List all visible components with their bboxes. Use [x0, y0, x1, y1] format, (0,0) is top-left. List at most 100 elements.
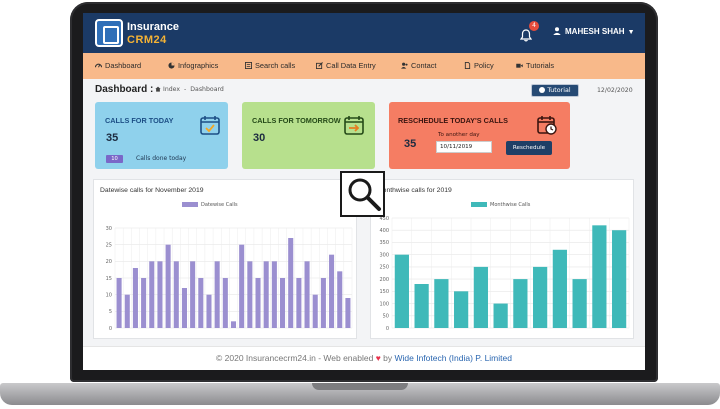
bar-May[interactable] — [473, 266, 488, 328]
y-tick-label: 50 — [383, 314, 389, 320]
bar-Sep[interactable] — [552, 249, 567, 328]
nav-infographics[interactable]: Infographics — [168, 53, 218, 79]
bar-13[interactable] — [214, 261, 220, 328]
bar-28[interactable] — [337, 271, 343, 328]
bar-29[interactable] — [345, 298, 351, 328]
bar-Nov[interactable] — [592, 225, 607, 328]
bar-2[interactable] — [124, 294, 130, 328]
bar-14[interactable] — [222, 278, 228, 328]
bar-Jan[interactable] — [394, 254, 409, 328]
reschedule-date-input[interactable] — [436, 141, 492, 153]
bar-8[interactable] — [173, 261, 179, 328]
calendar-clock-icon — [536, 114, 558, 136]
user-menu[interactable]: MAHESH SHAH ▼ — [553, 27, 635, 36]
video-icon — [516, 54, 523, 68]
bar-18[interactable] — [255, 278, 261, 328]
bar-Oct[interactable] — [572, 279, 587, 328]
chart-monthwise-svg: 050100150200250300350400450 — [379, 216, 630, 332]
y-tick-label: 0 — [109, 326, 112, 332]
bar-24[interactable] — [304, 261, 310, 328]
y-tick-label: 150 — [379, 289, 389, 295]
bar-16[interactable] — [239, 244, 245, 328]
chart-datewise-svg: 0 5 10 15 20 25 30 — [106, 226, 353, 332]
nav-tutorials[interactable]: Tutorials — [516, 53, 554, 79]
bar-Apr[interactable] — [454, 291, 469, 328]
logo-text-crm24: CRM24 — [127, 34, 167, 46]
bar-Aug[interactable] — [533, 266, 548, 328]
bar-27[interactable] — [329, 254, 335, 328]
y-tick-label: 25 — [106, 242, 112, 248]
card-calls-tomorrow-title: CALLS FOR TOMORROW — [252, 116, 341, 125]
search-icon — [245, 54, 252, 69]
card-calls-tomorrow-count: 30 — [253, 132, 266, 144]
magnifier-zoom-button[interactable] — [340, 171, 385, 217]
card-calls-tomorrow[interactable]: CALLS FOR TOMORROW 30 — [242, 102, 375, 169]
bar-6[interactable] — [157, 261, 163, 328]
bar-Mar[interactable] — [434, 279, 449, 328]
y-tick-label: 100 — [379, 301, 389, 307]
reschedule-button[interactable]: Reschedule — [506, 141, 552, 155]
bar-19[interactable] — [263, 261, 269, 328]
bar-Jun[interactable] — [493, 303, 508, 328]
nav-dashboard[interactable]: Dashboard — [94, 53, 141, 79]
screen: Insurance CRM24 4 MAHESH SHAH ▼ Dashboard… — [83, 13, 645, 370]
bar-26[interactable] — [320, 278, 326, 328]
nav-search-calls[interactable]: Search calls — [245, 53, 295, 79]
another-day-label: To another day — [438, 132, 480, 138]
magnifier-icon — [348, 178, 381, 211]
tutorial-button[interactable]: Tutorial — [531, 84, 579, 97]
bar-1[interactable] — [116, 278, 122, 328]
calendar-check-icon — [199, 114, 221, 136]
brand-logo[interactable]: Insurance CRM24 — [95, 19, 185, 49]
bar-17[interactable] — [247, 261, 253, 328]
y-tick-label: 300 — [379, 252, 389, 258]
bar-12[interactable] — [206, 294, 212, 328]
bar-25[interactable] — [312, 294, 318, 328]
card-reschedule-title: RESCHEDULE TODAY'S CALLS — [398, 116, 508, 125]
bar-15[interactable] — [230, 321, 237, 328]
user-icon — [553, 27, 561, 35]
logo-mark-icon — [95, 19, 123, 47]
calendar-arrow-icon — [343, 114, 365, 136]
bar-9[interactable] — [181, 288, 187, 328]
bar-10[interactable] — [190, 261, 196, 328]
crumb-index[interactable]: Index — [163, 86, 180, 93]
nav-contact[interactable]: Contact — [401, 53, 436, 79]
footer: © 2020 Insurancecrm24.in - Web enabled ♥… — [83, 346, 645, 370]
bar-4[interactable] — [141, 278, 147, 328]
crumb-current: Dashboard — [190, 86, 224, 93]
bar-11[interactable] — [198, 278, 204, 328]
card-calls-today[interactable]: CALLS FOR TODAY 35 10 Calls done today — [95, 102, 228, 169]
bar-22[interactable] — [288, 238, 294, 328]
nav-policy[interactable]: Policy — [464, 53, 494, 79]
bar-5[interactable] — [149, 261, 155, 328]
y-tick-label: 200 — [379, 277, 389, 283]
page-title: Dashboard : — [95, 84, 154, 95]
bar-20[interactable] — [271, 261, 277, 328]
card-calls-today-title: CALLS FOR TODAY — [105, 116, 174, 125]
contact-icon — [401, 54, 408, 69]
calls-done-label: Calls done today — [136, 155, 187, 162]
breadcrumb: Index - Dashboard — [155, 86, 224, 93]
bar-21[interactable] — [280, 278, 286, 328]
card-reschedule-count: 35 — [404, 138, 417, 150]
nav-call-data-entry[interactable]: Call Data Entry — [316, 53, 376, 79]
logo-text-insurance: Insurance — [127, 21, 179, 33]
footer-company-link[interactable]: Wide Infotech (India) P. Limited — [394, 353, 512, 363]
bar-Dec[interactable] — [612, 230, 627, 328]
edit-icon — [316, 54, 323, 69]
notification-badge: 4 — [529, 21, 539, 31]
bar-3[interactable] — [132, 268, 138, 328]
top-header: Insurance CRM24 4 MAHESH SHAH ▼ — [83, 13, 645, 53]
bar-23[interactable] — [296, 278, 302, 328]
bar-Feb[interactable] — [414, 284, 429, 328]
y-tick-label: 0 — [386, 326, 389, 332]
bar-Jul[interactable] — [513, 279, 528, 328]
caret-down-icon: ▼ — [627, 29, 635, 36]
card-calls-today-count: 35 — [106, 132, 119, 144]
bar-7[interactable] — [165, 244, 171, 328]
y-tick-label: 10 — [106, 292, 112, 298]
y-tick-label: 30 — [106, 226, 112, 232]
document-icon — [464, 54, 471, 69]
footer-copyright: © 2020 Insurancecrm24.in - Web enabled — [216, 353, 374, 363]
